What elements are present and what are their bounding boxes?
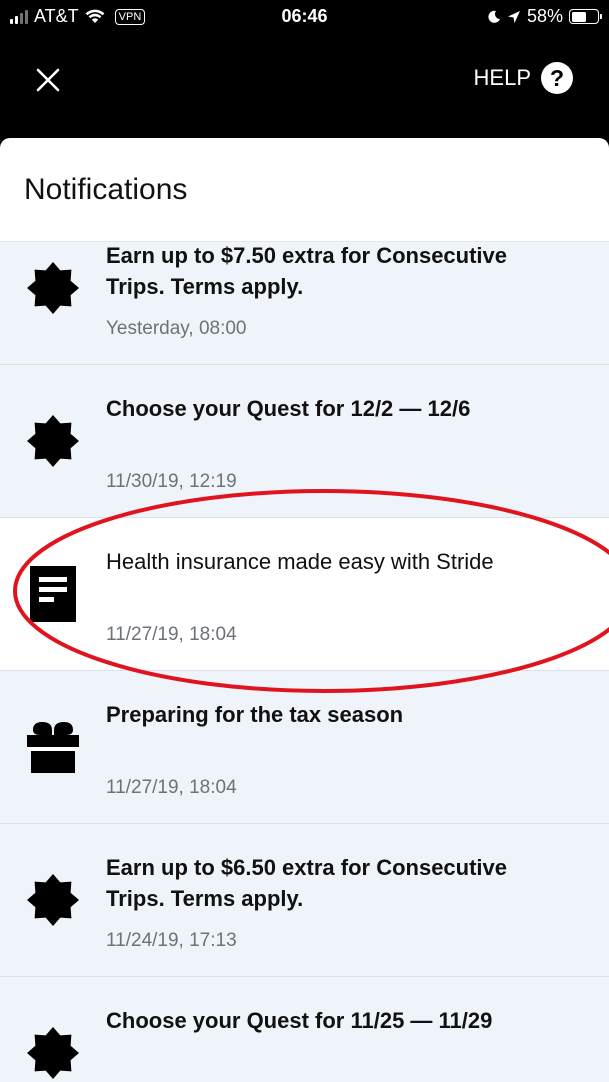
question-icon: ?	[541, 62, 573, 94]
help-label: HELP	[473, 65, 531, 90]
notification-title: Preparing for the tax season	[106, 702, 404, 727]
status-right: 58%	[487, 6, 602, 27]
close-button[interactable]	[26, 58, 70, 102]
battery-percent: 58%	[526, 6, 563, 26]
notification-list-inner: Earn up to $7.50 extra for Consecutive T…	[0, 242, 609, 1082]
notification-date: Yesterday, 08:00	[106, 318, 247, 339]
notification-item[interactable]: Health insurance made easy with Stride 11…	[0, 518, 609, 671]
location-arrow-icon	[507, 10, 520, 23]
gift-icon	[24, 671, 82, 823]
notification-date: 11/30/19, 12:19	[106, 471, 237, 492]
status-bar: AT&T VPN 06:46 58%	[0, 0, 609, 34]
battery-level	[571, 11, 586, 22]
notification-title: Choose your Quest for 12/2 — 12/6	[106, 396, 471, 421]
notification-item[interactable]: Choose your Quest for 11/25 — 11/2911/24…	[0, 977, 609, 1082]
document-icon	[24, 518, 82, 670]
notification-date: 11/24/19, 17:13	[106, 930, 237, 951]
battery-icon	[569, 9, 602, 24]
close-icon	[36, 68, 60, 92]
badge-icon	[24, 824, 82, 976]
notification-title: Choose your Quest for 11/25 — 11/29	[106, 1008, 493, 1033]
notification-title: Earn up to $6.50 extra for Consecutive T…	[106, 855, 508, 911]
notification-date: 11/27/19, 18:04	[106, 624, 237, 645]
notification-list[interactable]: Earn up to $7.50 extra for Consecutive T…	[0, 242, 609, 1082]
badge-icon	[24, 242, 82, 364]
notification-item[interactable]: Earn up to $6.50 extra for Consecutive T…	[0, 824, 609, 977]
moon-icon	[488, 10, 500, 23]
badge-icon	[24, 365, 82, 517]
notification-date: 11/27/19, 18:04	[106, 777, 237, 798]
badge-icon	[24, 977, 82, 1082]
notification-item[interactable]: Preparing for the tax season 11/27/19, 18…	[0, 671, 609, 824]
notification-item[interactable]: Choose your Quest for 12/2 — 12/6 11/30/1…	[0, 365, 609, 518]
notification-item[interactable]: Earn up to $7.50 extra for Consecutive T…	[0, 242, 609, 365]
notification-title: Earn up to $7.50 extra for Consecutive T…	[106, 243, 508, 299]
notifications-sheet: Notifications Earn up to $7.50 extra for…	[0, 138, 609, 1082]
help-button[interactable]: HELP ?	[474, 62, 573, 94]
notification-title: Health insurance made easy with Stride	[106, 549, 494, 574]
header: HELP ?	[0, 34, 609, 138]
page-title: Notifications	[0, 138, 609, 242]
